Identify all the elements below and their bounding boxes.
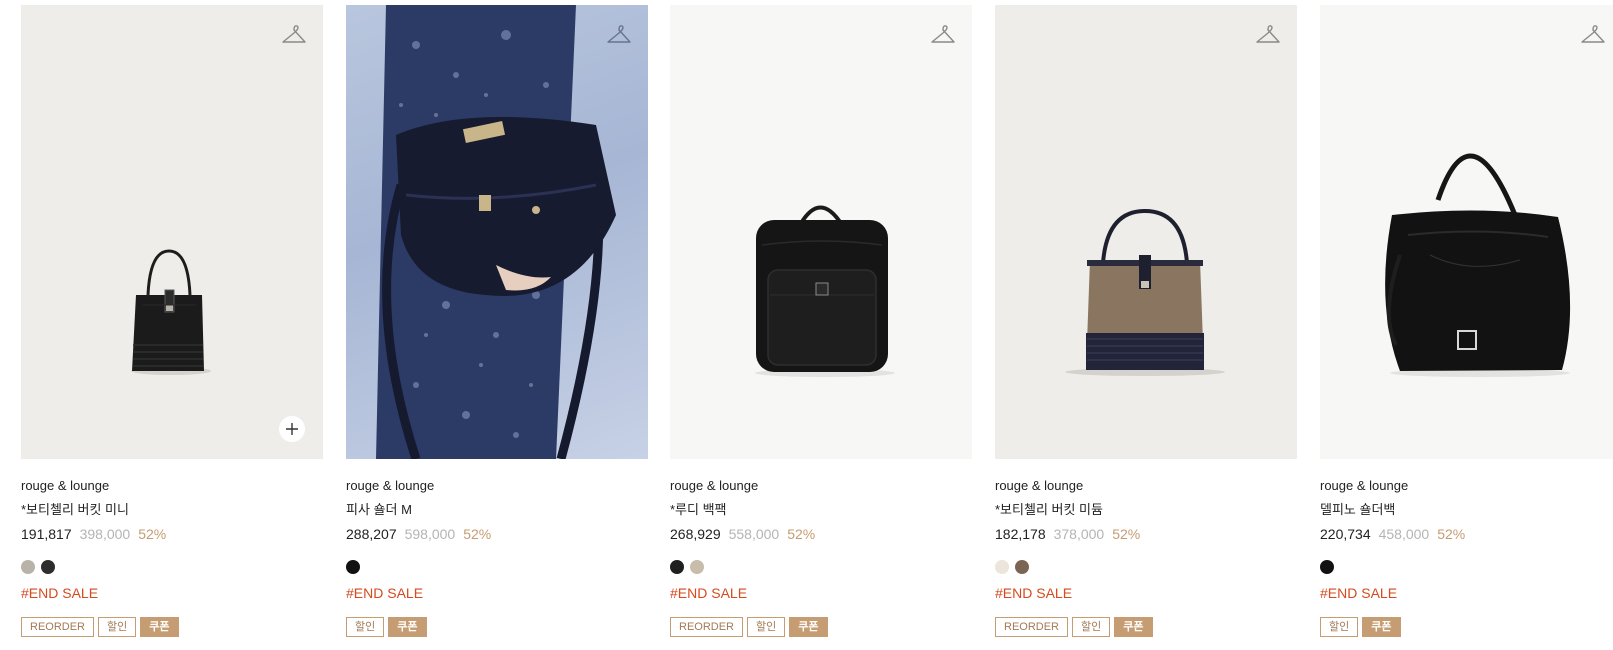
hanger-icon[interactable] [1255,21,1281,47]
product-card[interactable]: rouge & lounge *루디 백팩 268,929 558,000 52% … [670,5,972,637]
sale-tag[interactable]: #END SALE [21,584,323,602]
coupon-badge: 쿠폰 [388,617,427,637]
price-row: 182,178 378,000 52% [995,525,1297,543]
coupon-badge: 쿠폰 [1362,617,1401,637]
product-image[interactable] [670,5,972,459]
coupon-badge: 쿠폰 [140,617,179,637]
reorder-badge: REORDER [995,617,1069,637]
product-grid: rouge & lounge *보티첼리 버킷 미니 191,817 398,00… [0,0,1613,650]
color-swatches [21,560,323,576]
badge-row: REORDER 할인 쿠폰 [21,617,323,637]
sale-tag[interactable]: #END SALE [1320,584,1613,602]
bucket-bag-mini-image [131,249,211,375]
product-card[interactable]: rouge & lounge *보티첼리 버킷 미듐 182,178 378,00… [995,5,1297,637]
brand-name: rouge & lounge [346,478,435,493]
sale-price: 220,734 [1320,526,1371,542]
discount-rate: 52% [787,526,816,542]
reorder-badge: REORDER [670,617,744,637]
sale-price: 191,817 [21,526,72,542]
coupon-badge: 쿠폰 [789,617,828,637]
product-image[interactable] [346,5,648,459]
brand-name: rouge & lounge [670,478,759,493]
product-name[interactable]: 델피노 숄더백 [1320,501,1613,518]
badge-row: REORDER 할인 쿠폰 [670,617,972,637]
reorder-badge: REORDER [21,617,95,637]
color-swatch[interactable] [21,560,35,574]
product-image[interactable] [21,5,323,459]
product-card[interactable]: rouge & lounge *보티첼리 버킷 미니 191,817 398,00… [21,5,323,637]
color-swatch[interactable] [1320,560,1334,574]
backpack-image [755,205,895,377]
badge-row: 할인 쿠폰 [1320,617,1613,637]
product-name[interactable]: *보티첼리 버킷 미듐 [995,501,1297,518]
badge-row: 할인 쿠폰 [346,617,648,637]
hanger-icon[interactable] [930,21,956,47]
sale-tag[interactable]: #END SALE [995,584,1297,602]
discount-rate: 52% [1112,526,1141,542]
brand-name: rouge & lounge [1320,478,1409,493]
plus-icon[interactable] [279,416,305,442]
original-price: 598,000 [404,526,456,542]
original-price: 458,000 [1378,526,1430,542]
discount-badge: 할인 [1072,617,1111,637]
discount-badge: 할인 [346,617,385,637]
coupon-badge: 쿠폰 [1114,617,1153,637]
discount-rate: 52% [463,526,492,542]
color-swatches [1320,560,1613,576]
shoulder-bag-image [1385,153,1571,377]
discount-rate: 52% [1437,526,1466,542]
product-image[interactable] [1320,5,1613,459]
product-name[interactable]: *보티첼리 버킷 미니 [21,501,323,518]
sale-price: 288,207 [346,526,397,542]
color-swatch[interactable] [670,560,684,574]
color-swatch[interactable] [41,560,55,574]
color-swatch[interactable] [690,560,704,574]
original-price: 558,000 [728,526,780,542]
color-swatches [670,560,972,576]
shoulder-bag-model-image [376,5,616,459]
brand-name: rouge & lounge [21,478,110,493]
original-price: 398,000 [79,526,131,542]
sale-tag[interactable]: #END SALE [670,584,972,602]
color-swatches [995,560,1297,576]
product-name[interactable]: *루디 백팩 [670,501,972,518]
color-swatch[interactable] [346,560,360,574]
color-swatch[interactable] [1015,560,1029,574]
discount-badge: 할인 [1320,617,1359,637]
hanger-icon[interactable] [606,21,632,47]
discount-rate: 52% [138,526,167,542]
product-name[interactable]: 피사 숄더 M [346,501,648,518]
color-swatch[interactable] [995,560,1009,574]
sale-tag[interactable]: #END SALE [346,584,648,602]
sale-price: 182,178 [995,526,1046,542]
price-row: 191,817 398,000 52% [21,525,323,543]
discount-badge: 할인 [747,617,786,637]
color-swatches [346,560,648,576]
badge-row: REORDER 할인 쿠폰 [995,617,1297,637]
hanger-icon[interactable] [281,21,307,47]
price-row: 268,929 558,000 52% [670,525,972,543]
hanger-icon[interactable] [1580,21,1606,47]
original-price: 378,000 [1053,526,1105,542]
price-row: 220,734 458,000 52% [1320,525,1613,543]
price-row: 288,207 598,000 52% [346,525,648,543]
product-card[interactable]: rouge & lounge 피사 숄더 M 288,207 598,000 52%… [346,5,648,637]
product-card[interactable]: rouge & lounge 델피노 숄더백 220,734 458,000 52%… [1320,5,1613,637]
sale-price: 268,929 [670,526,721,542]
discount-badge: 할인 [98,617,137,637]
product-image[interactable] [995,5,1297,459]
bucket-bag-medium-image [1065,208,1225,376]
brand-name: rouge & lounge [995,478,1084,493]
